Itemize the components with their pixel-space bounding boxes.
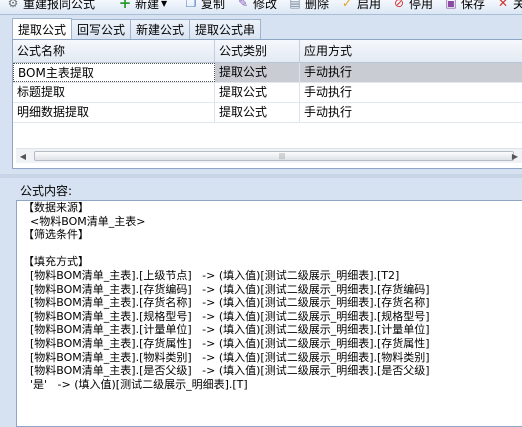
tab-label: 新建公式 xyxy=(136,23,185,37)
formula-line: '是' -> (填入值)[测试二级展示_明细表].[T] xyxy=(23,377,248,391)
cell-category: 提取公式 xyxy=(215,83,300,102)
grip-icon: ||| xyxy=(279,153,286,160)
formula-line: 【数据来源】 xyxy=(23,201,89,214)
tab-extract-formula-string[interactable]: 提取公式串 xyxy=(189,19,262,39)
disable-button[interactable]: ⊘ 停用 xyxy=(392,0,433,12)
copy-label: 复制 xyxy=(201,0,226,11)
formula-line: [物料BOM清单_主表].[规格型号] -> (填入值)[测试二级展示_明细表]… xyxy=(23,309,430,323)
cell-name: 明细数据提取 xyxy=(13,103,215,122)
column-header-name[interactable]: 公式名称 xyxy=(13,40,215,62)
table-row[interactable]: 标题提取 提取公式 手动执行 xyxy=(13,83,522,103)
stop-icon: ⊘ xyxy=(393,0,405,10)
scroll-right-icon[interactable]: ▶ xyxy=(508,149,522,163)
toolbar: ⚙ 重建报同公式 + 新建 ▼ ❐ 复制 ✎ 修改 ▤ 删除 ✓ 启用 ⊘ 停用… xyxy=(0,0,522,15)
formula-line: 【填充方式】 xyxy=(23,255,89,269)
formula-line: [物料BOM清单_主表].[存货名称] -> (填入值)[测试二级展示_明细表]… xyxy=(23,296,430,310)
formula-line xyxy=(17,242,522,256)
close-icon: ✕ xyxy=(497,0,509,10)
new-button[interactable]: + 新建 ▼ xyxy=(118,0,167,12)
edit-button[interactable]: ✎ 修改 xyxy=(236,0,277,12)
save-icon: ▣ xyxy=(445,0,457,10)
rebuild-formula-label: 重建报同公式 xyxy=(23,0,96,11)
formula-content-label: 公式内容: xyxy=(20,184,73,198)
tab-extract-formula[interactable]: 提取公式 xyxy=(12,18,73,39)
close-button[interactable]: ✕ 关 xyxy=(496,0,522,12)
delete-button[interactable]: ▤ 删除 xyxy=(288,0,329,12)
rebuild-formula-button[interactable]: ⚙ 重建报同公式 xyxy=(6,0,95,12)
tab-writeback-formula[interactable]: 回写公式 xyxy=(71,19,132,39)
tab-label: 回写公式 xyxy=(77,23,126,37)
table-row[interactable]: BOM主表提取 提取公式 手动执行 xyxy=(13,63,522,83)
cell-mode: 手动执行 xyxy=(300,63,522,82)
panel-splitter[interactable] xyxy=(0,174,522,178)
formula-tabs: 提取公式 回写公式 新建公式 提取公式串 xyxy=(12,18,262,39)
check-icon: ✓ xyxy=(341,0,353,10)
save-button[interactable]: ▣ 保存 xyxy=(444,0,485,12)
formula-line: [物料BOM清单_主表].[是否父级] -> (填入值)[测试二级展示_明细表]… xyxy=(23,364,430,378)
cell-mode: 手动执行 xyxy=(300,83,522,102)
cell-category: 提取公式 xyxy=(215,63,300,82)
formula-content-box[interactable]: 【数据来源】 <物料BOM清单_主表> 【筛选条件】 【填充方式】 [物料BOM… xyxy=(16,200,522,427)
new-label: 新建 xyxy=(135,0,160,11)
grid-header: 公式名称 公式类别 应用方式 xyxy=(13,40,522,63)
delete-icon: ▤ xyxy=(289,0,301,10)
formula-line: 【筛选条件】 xyxy=(23,228,89,242)
formula-line: [物料BOM清单_主表].[存货属性] -> (填入值)[测试二级展示_明细表]… xyxy=(23,336,430,350)
enable-label: 启用 xyxy=(357,0,382,11)
column-header-category[interactable]: 公式类别 xyxy=(215,40,300,62)
disable-label: 停用 xyxy=(409,0,434,11)
cell-name: 标题提取 xyxy=(13,83,215,102)
formula-line: [物料BOM清单_主表].[上级节点] -> (填入值)[测试二级展示_明细表]… xyxy=(23,268,400,282)
save-label: 保存 xyxy=(461,0,486,11)
column-header-mode[interactable]: 应用方式 xyxy=(300,40,522,62)
enable-button[interactable]: ✓ 启用 xyxy=(340,0,381,12)
formula-line: <物料BOM清单_主表> xyxy=(23,214,146,228)
formula-line: [物料BOM清单_主表].[存货编码] -> (填入值)[测试二级展示_明细表]… xyxy=(23,282,430,296)
table-row[interactable]: 明细数据提取 提取公式 手动执行 xyxy=(13,103,522,123)
tab-label: 提取公式串 xyxy=(195,23,256,37)
horizontal-scrollbar[interactable]: ◀ ||| ▶ xyxy=(16,148,522,163)
chevron-down-icon: ▼ xyxy=(161,0,168,8)
tab-new-formula[interactable]: 新建公式 xyxy=(130,19,191,39)
scrollbar-thumb[interactable]: ||| xyxy=(34,151,514,161)
scroll-left-icon[interactable]: ◀ xyxy=(16,149,30,163)
edit-label: 修改 xyxy=(253,0,278,11)
gear-icon: ⚙ xyxy=(7,0,19,10)
formula-line: [物料BOM清单_主表].[计量单位] -> (填入值)[测试二级展示_明细表]… xyxy=(23,323,430,337)
delete-label: 删除 xyxy=(305,0,330,11)
close-label: 关 xyxy=(513,0,522,12)
copy-icon: ❐ xyxy=(185,0,197,10)
plus-icon: + xyxy=(118,0,132,12)
cell-mode: 手动执行 xyxy=(300,103,522,122)
copy-button[interactable]: ❐ 复制 xyxy=(184,0,225,12)
cell-category: 提取公式 xyxy=(215,103,300,122)
formula-line: [物料BOM清单_主表].[物料类别] -> (填入值)[测试二级展示_明细表]… xyxy=(23,350,430,364)
edit-icon: ✎ xyxy=(237,0,249,10)
cell-name: BOM主表提取 xyxy=(13,63,215,82)
tab-label: 提取公式 xyxy=(18,22,67,37)
